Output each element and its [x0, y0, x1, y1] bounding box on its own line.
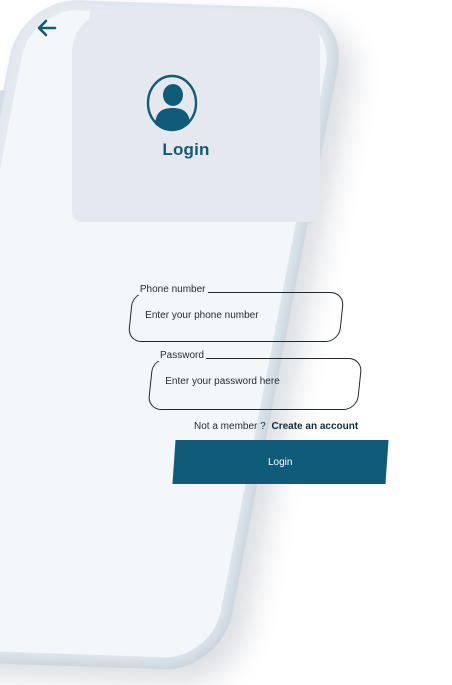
app-mockup: Login Phone number Password Not a member… [0, 0, 452, 685]
back-button[interactable] [35, 16, 59, 40]
page-title: Login [162, 140, 210, 159]
password-field[interactable]: Password [147, 350, 363, 410]
phone-number-label: Phone number [137, 284, 208, 295]
password-label: Password [157, 350, 206, 361]
login-button[interactable]: Login [172, 440, 389, 484]
arrow-left-icon [37, 19, 57, 37]
signup-prompt-text: Not a member ? [194, 421, 266, 432]
signup-prompt-row: Not a member ? Create an account [194, 421, 364, 432]
phone-number-field[interactable]: Phone number [127, 284, 345, 342]
password-input[interactable] [163, 375, 348, 388]
user-avatar-icon [146, 74, 198, 132]
login-button-label: Login [268, 456, 293, 468]
phone-number-input[interactable] [143, 309, 328, 322]
create-account-link[interactable]: Create an account [271, 421, 358, 432]
phone-side-button [0, 90, 6, 117]
